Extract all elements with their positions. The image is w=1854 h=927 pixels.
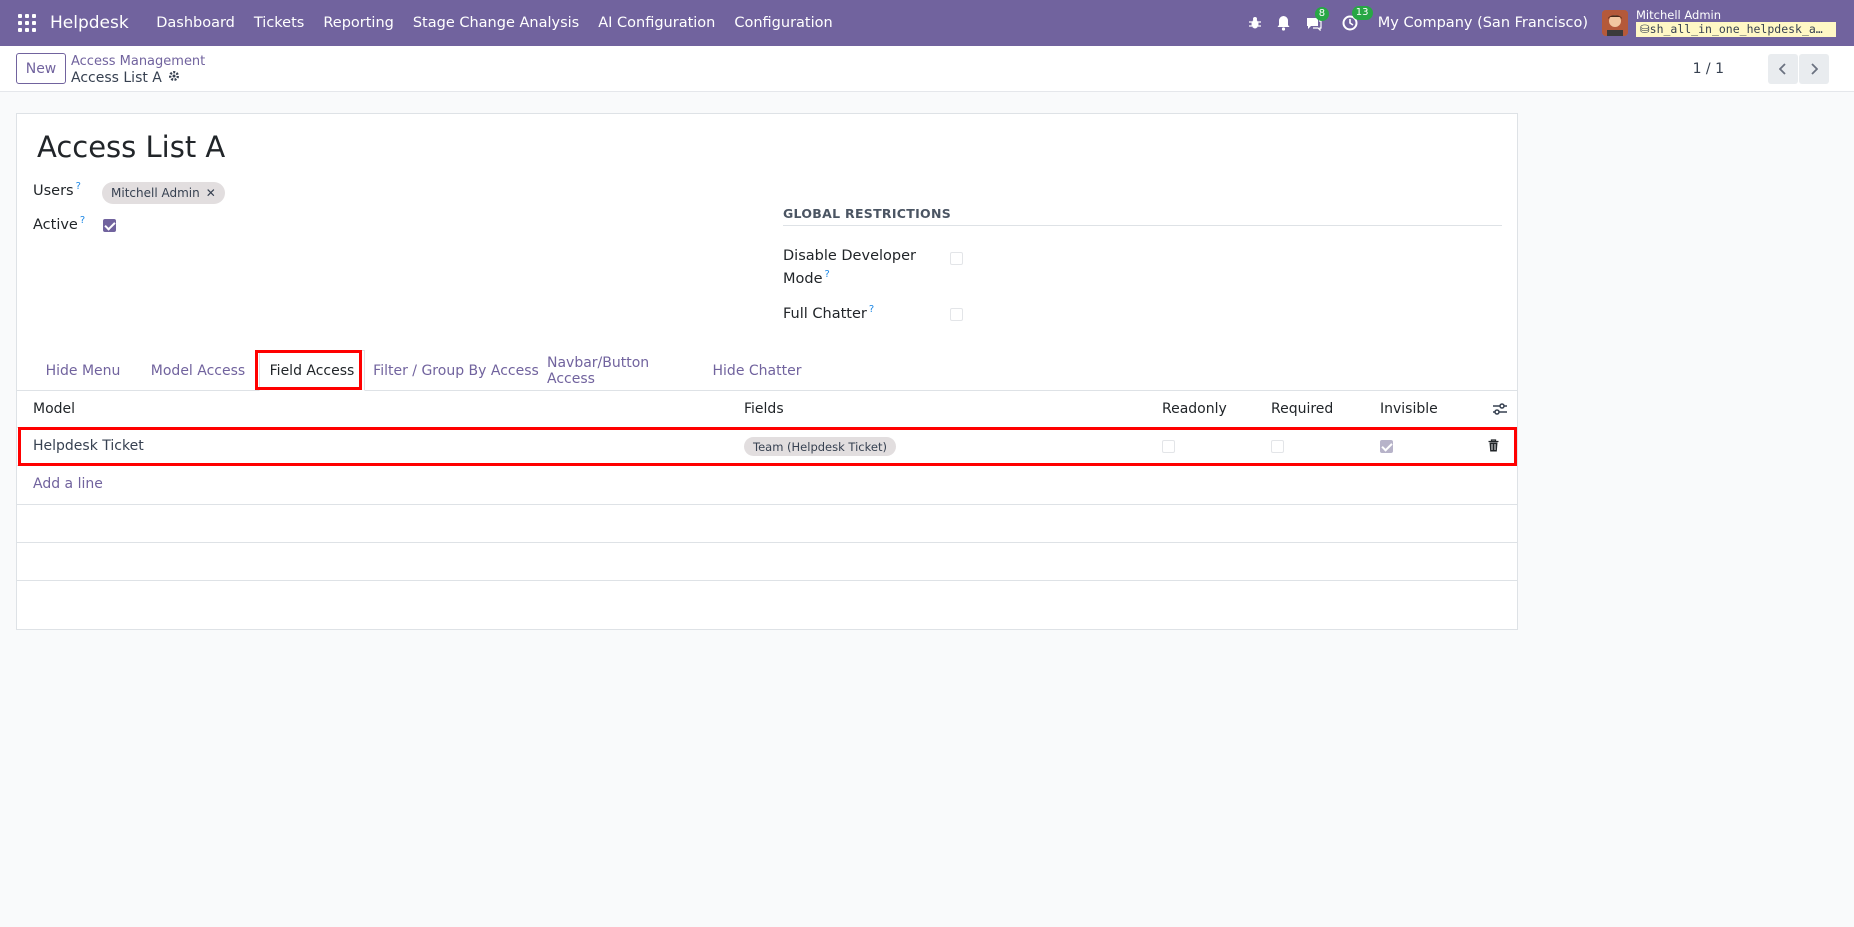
tab-hide-chatter[interactable]: Hide Chatter <box>703 350 811 391</box>
table-divider <box>17 542 1517 543</box>
gear-icon[interactable] <box>168 70 180 86</box>
breadcrumb-parent[interactable]: Access Management <box>71 54 205 69</box>
full-chatter-label: Full Chatter? <box>783 304 875 322</box>
menu-item-stage-change-analysis[interactable]: Stage Change Analysis <box>403 15 588 31</box>
users-help-icon[interactable]: ? <box>76 181 81 192</box>
menu-item-configuration[interactable]: Configuration <box>725 15 842 31</box>
user-name: Mitchell Admin <box>1636 8 1722 22</box>
breadcrumb-current: Access List A <box>71 70 180 86</box>
tab-hide-menu[interactable]: Hide Menu <box>33 350 133 391</box>
full-chatter-help-icon[interactable]: ? <box>869 304 874 315</box>
column-header-invisible[interactable]: Invisible <box>1380 401 1438 417</box>
control-panel: New Access Management Access List A 1 / … <box>0 46 1854 92</box>
chevron-left-icon <box>1779 63 1786 75</box>
active-checkbox[interactable] <box>103 219 116 232</box>
form-sheet: Access List A Users? Mitchell Admin ✕ Ac… <box>16 113 1518 630</box>
pager-value[interactable]: 1 / 1 <box>1693 61 1724 77</box>
record-title[interactable]: Access List A <box>37 130 225 164</box>
optional-columns-icon[interactable] <box>1492 402 1508 420</box>
tab-filter-group-by-access[interactable]: Filter / Group By Access <box>373 350 539 391</box>
tab-model-access[interactable]: Model Access <box>143 350 253 391</box>
user-avatar[interactable] <box>1602 10 1628 36</box>
menu-item-reporting[interactable]: Reporting <box>314 15 404 31</box>
highlight-box-row <box>18 427 1517 466</box>
navbar-systray: 8 13 My Company (San Francisco) Mitchell… <box>1248 0 1854 46</box>
messages-icon[interactable]: 8 <box>1305 6 1330 31</box>
section-divider <box>783 225 1502 226</box>
chevron-right-icon <box>1811 63 1818 75</box>
database-name: ⛁sh_all_in_one_helpdesk_a… <box>1636 22 1836 37</box>
bell-icon[interactable] <box>1276 15 1291 31</box>
table-divider <box>17 504 1517 505</box>
notebook-tabs: Hide Menu Model Access Field Access Filt… <box>17 350 1517 391</box>
disable-developer-mode-help-icon[interactable]: ? <box>825 269 830 280</box>
highlight-box-active-tab <box>255 350 362 390</box>
bug-icon[interactable] <box>1248 16 1262 30</box>
user-tag[interactable]: Mitchell Admin ✕ <box>102 182 225 204</box>
messages-badge: 8 <box>1314 6 1330 21</box>
menu-item-ai-configuration[interactable]: AI Configuration <box>589 15 725 31</box>
tab-navbar-button-access[interactable]: Navbar/Button Access <box>547 350 697 391</box>
apps-menu-icon[interactable] <box>18 14 36 32</box>
table-header: Model Fields Readonly Required Invisible <box>17 391 1517 428</box>
active-label: Active? <box>33 215 86 233</box>
disable-developer-mode-label-line2: Mode? <box>783 269 830 287</box>
user-menu[interactable]: Mitchell Admin ⛁sh_all_in_one_helpdesk_a… <box>1636 9 1836 37</box>
user-tag-label: Mitchell Admin <box>111 186 200 200</box>
active-help-icon[interactable]: ? <box>80 215 85 226</box>
column-header-fields[interactable]: Fields <box>744 401 784 417</box>
pager-previous-button[interactable] <box>1768 54 1798 84</box>
column-header-required[interactable]: Required <box>1271 401 1333 417</box>
pager-next-button[interactable] <box>1799 54 1829 84</box>
global-restrictions-title: GLOBAL RESTRICTIONS <box>783 206 952 221</box>
database-icon: ⛁ <box>1640 22 1650 36</box>
disable-developer-mode-checkbox[interactable] <box>950 252 963 265</box>
users-label: Users? <box>33 181 81 199</box>
column-header-model[interactable]: Model <box>33 401 75 417</box>
column-header-readonly[interactable]: Readonly <box>1162 401 1227 417</box>
remove-tag-icon[interactable]: ✕ <box>206 186 216 200</box>
main-menu: Dashboard Tickets Reporting Stage Change… <box>147 15 842 31</box>
app-name[interactable]: Helpdesk <box>50 13 129 33</box>
table-divider <box>17 580 1517 581</box>
activities-icon[interactable]: 13 <box>1342 6 1373 31</box>
full-chatter-checkbox[interactable] <box>950 308 963 321</box>
new-button[interactable]: New <box>16 53 66 84</box>
company-switcher[interactable]: My Company (San Francisco) <box>1378 15 1588 31</box>
add-line-link[interactable]: Add a line <box>33 476 103 492</box>
menu-item-tickets[interactable]: Tickets <box>244 15 313 31</box>
activities-badge: 13 <box>1351 6 1373 20</box>
menu-item-dashboard[interactable]: Dashboard <box>147 15 245 31</box>
top-navbar: Helpdesk Dashboard Tickets Reporting Sta… <box>0 0 1854 46</box>
disable-developer-mode-label-line1: Disable Developer <box>783 248 916 264</box>
breadcrumb-current-label: Access List A <box>71 70 162 86</box>
